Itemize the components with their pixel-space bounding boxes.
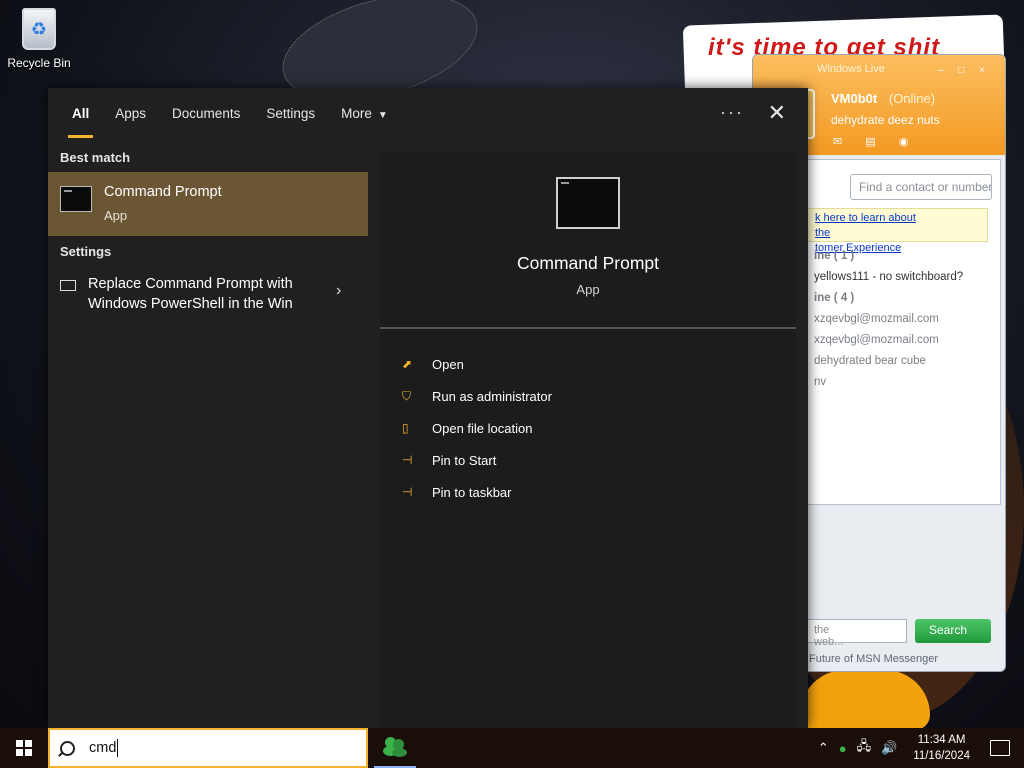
volume-icon[interactable]: 🔊 (881, 740, 897, 756)
command-prompt-icon (60, 186, 92, 212)
clock-time: 11:34 AM (917, 734, 966, 746)
close-icon[interactable]: ✕ (768, 100, 786, 126)
system-tray: ⌃ ● 🖧 🔊 11:34 AM 11/16/2024 (818, 728, 1024, 768)
action-label: Pin to Start (432, 452, 497, 468)
clock-date: 11/16/2024 (913, 750, 970, 762)
msn-group-header[interactable]: ine ( 1 ) (814, 246, 963, 267)
settings-heading: Settings (60, 244, 112, 259)
more-options-icon[interactable]: ··· (720, 102, 744, 123)
msn-contact[interactable]: yellows111 - no switchboard? (814, 267, 963, 288)
pin-icon: ⊣ (402, 453, 413, 467)
taskbar-msn-messenger[interactable] (374, 728, 416, 768)
msn-status: (Online) (888, 91, 936, 106)
tab-more-label: More (341, 106, 372, 121)
notifications-icon[interactable] (990, 740, 1010, 756)
shield-icon: ⛉ (402, 388, 412, 403)
best-match-subtitle: App (104, 208, 128, 223)
recycle-bin-shortcut[interactable]: ♻ Recycle Bin (6, 6, 72, 70)
msn-toolbar-icons[interactable]: ✉ ▤ ◉ (833, 135, 918, 148)
best-match-heading: Best match (60, 150, 131, 165)
msn-contact[interactable]: xzqevbgl@mozmail.com (814, 330, 963, 351)
chevron-right-icon[interactable]: › (336, 282, 341, 300)
action-open[interactable]: ⬈ Open (402, 348, 552, 380)
action-pin-to-start[interactable]: ⊣ Pin to Start (402, 444, 552, 476)
search-results-list: Best match Command Prompt App Settings R… (48, 140, 368, 728)
action-open-file-location[interactable]: ▯ Open file location (402, 412, 552, 444)
msn-window-controls[interactable]: – □ × (938, 65, 991, 76)
search-input[interactable]: cmd (89, 740, 116, 756)
folder-icon: ▯ (402, 421, 409, 435)
recycle-bin-label: Recycle Bin (7, 56, 71, 70)
msn-personal-message[interactable]: dehydrate deez nuts (831, 113, 940, 127)
start-button[interactable] (0, 728, 48, 768)
action-pin-to-taskbar[interactable]: ⊣ Pin to taskbar (402, 476, 552, 508)
clock[interactable]: 11:34 AM 11/16/2024 (913, 732, 970, 764)
msn-username-text: VM0b0t (831, 91, 878, 106)
preview-subtitle: App (576, 282, 600, 297)
chevron-down-icon: ▼ (377, 110, 388, 121)
monitor-icon (60, 280, 76, 291)
text-cursor (117, 739, 119, 757)
msn-username[interactable]: VM0b0t (Online) (831, 91, 935, 106)
tab-documents[interactable]: Documents (172, 88, 240, 140)
msn-banner-line1: k here to learn about the (815, 212, 916, 239)
msn-footer-link[interactable]: Future of MSN Messenger (809, 653, 938, 665)
show-hidden-icons-chevron-icon[interactable]: ⌃ (818, 740, 829, 756)
taskbar-search-box[interactable]: cmd (48, 728, 368, 768)
preview-divider (380, 327, 796, 329)
preview-actions: ⬈ Open ⛉ Run as administrator ▯ Open fil… (402, 348, 552, 508)
taskbar: cmd ⌃ ● 🖧 🔊 11:34 AM 11/16/2024 (0, 728, 1024, 768)
pin-icon: ⊣ (402, 485, 413, 499)
msn-contacts: ine ( 1 ) yellows111 - no switchboard? i… (814, 246, 963, 393)
open-icon: ⬈ (402, 357, 413, 371)
msn-search-button[interactable]: Search (915, 619, 991, 643)
msn-contact[interactable]: nv (814, 372, 963, 393)
tab-all[interactable]: All (67, 88, 94, 140)
tab-apps[interactable]: Apps (115, 88, 146, 140)
msn-contact[interactable]: dehydrated bear cube (814, 351, 963, 372)
msn-find-contact-input[interactable]: Find a contact or number (850, 174, 992, 200)
settings-result-label: Replace Command Prompt with Windows Powe… (88, 276, 293, 312)
msn-contact[interactable]: xzqevbgl@mozmail.com (814, 309, 963, 330)
network-icon[interactable]: 🖧 (857, 737, 872, 759)
wallpaper-pumpkin (800, 670, 930, 730)
action-label: Open (432, 356, 464, 372)
best-match-result[interactable]: Command Prompt App (48, 172, 368, 236)
start-search-panel: All Apps Documents Settings More ▼ ··· ✕ … (48, 88, 808, 728)
tab-more[interactable]: More ▼ (341, 88, 388, 140)
preview-title: Command Prompt (517, 253, 659, 273)
msn-group-header[interactable]: ine ( 4 ) (814, 288, 963, 309)
action-label: Open file location (432, 420, 533, 436)
action-label: Pin to taskbar (432, 484, 512, 500)
action-label: Run as administrator (432, 388, 552, 404)
msn-buddy-icon (383, 737, 407, 757)
best-match-title: Command Prompt (104, 184, 222, 200)
search-tabs: All Apps Documents Settings More ▼ ··· ✕ (48, 88, 808, 140)
settings-result[interactable]: Replace Command Prompt with Windows Powe… (48, 270, 368, 318)
recycle-bin-icon: ♻ (22, 8, 56, 50)
msn-tray-icon[interactable]: ● (839, 741, 847, 756)
action-run-as-administrator[interactable]: ⛉ Run as administrator (402, 380, 552, 412)
result-preview-pane: Command Prompt App ⬈ Open ⛉ Run as admin… (380, 152, 796, 728)
search-icon (60, 740, 75, 756)
command-prompt-icon (556, 177, 620, 229)
tab-settings[interactable]: Settings (266, 88, 315, 140)
windows-logo-icon (16, 740, 32, 756)
